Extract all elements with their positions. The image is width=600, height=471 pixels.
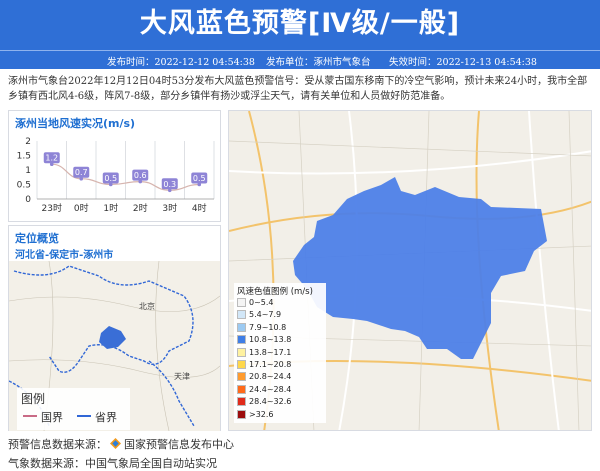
wind-legend-item: 20.8~24.4 — [237, 372, 291, 382]
x-tick-label: 2时 — [133, 202, 148, 214]
wind-legend-swatch — [237, 298, 246, 307]
wind-legend-label: 24.4~28.4 — [249, 384, 292, 394]
wind-legend-label: 17.1~20.8 — [249, 360, 292, 369]
wind-speed-data-label: 0.5 — [104, 174, 117, 183]
wind-legend-label: 0~5.4 — [249, 298, 274, 307]
location-legend: 图例 国界 省界 — [17, 388, 130, 430]
warning-source-line: 预警信息数据来源： 国家预警信息发布中心 — [8, 436, 234, 452]
warning-area-map[interactable]: 风速色值图例 (m/s) 0~5.4 5.4~7.9 7.9~10.8 10.8~13… — [228, 110, 592, 431]
wind-legend-item: 7.9~10.8 — [237, 322, 287, 333]
x-tick-label: 3时 — [162, 202, 177, 214]
publish-time: 发布时间：2022-12-12 04:54:38 — [107, 57, 255, 68]
wind-legend-label: 5.4~7.9 — [249, 310, 282, 320]
place-label-beijing: 北京 — [139, 301, 155, 311]
publisher: 发布单位：涿州市气象台 — [266, 57, 371, 68]
location-panel: 定位概览 河北省-保定市-涿州市 北京 天津 图例 国界 省界 — [8, 225, 221, 431]
wind-legend-swatch — [237, 372, 246, 382]
y-tick-label: 1.5 — [17, 152, 31, 162]
weather-source-line: 气象数据来源：中国气象局全国自动站实况 — [8, 457, 217, 470]
wind-legend-label: 13.8~17.1 — [249, 347, 292, 357]
wind-speed-data-label: 0.6 — [134, 171, 147, 180]
wind-legend-swatch — [237, 310, 246, 320]
location-legend-title: 图例 — [21, 392, 46, 406]
wind-speed-legend: 风速色值图例 (m/s) 0~5.4 5.4~7.9 7.9~10.8 10.8~13… — [234, 283, 326, 423]
y-tick-label: 0.5 — [17, 181, 31, 191]
x-tick-label: 0时 — [74, 202, 89, 214]
wind-speed-data-label: 0.5 — [193, 174, 206, 183]
wind-legend-label: 28.4~32.6 — [249, 397, 292, 407]
meta-bar: 发布时间：2022-12-12 04:54:38 发布单位：涿州市气象台 失效时… — [0, 50, 600, 69]
x-tick-label: 1时 — [103, 202, 118, 214]
wind-speed-data-label: 0.7 — [75, 168, 88, 177]
wind-speed-chart: 0 0.5 1 1.5 2 1.2 23时 0.7 0时 0.5 1时 0.6 2时 0.3 3时 0.5 4时 — [17, 137, 215, 214]
warning-source-name[interactable]: 国家预警信息发布中心 — [124, 438, 234, 451]
location-panel-title: 定位概览 — [15, 232, 59, 245]
x-tick-label: 4时 — [192, 202, 207, 214]
wind-speed-panel: 涿州当地风速实况(m/s) 0 0.5 1 1.5 2 1.2 23时 0.7 0时 0.5 1时 0… — [8, 110, 221, 222]
wind-legend-item: 24.4~28.4 — [237, 384, 292, 395]
warning-source-label: 预警信息数据来源： — [8, 438, 107, 451]
warning-description: 涿州市气象台2022年12月12日04时53分发布大风蓝色预警信号：受从蒙古国东… — [8, 76, 588, 102]
wind-legend-item: 13.8~17.1 — [237, 347, 292, 358]
wind-legend-swatch — [237, 335, 246, 345]
wind-legend-swatch — [237, 322, 246, 332]
y-tick-label: 2 — [25, 137, 31, 147]
header-bar: 大风蓝色预警[Ⅳ级/一般] — [0, 0, 600, 50]
wind-legend-item: 10.8~13.8 — [237, 335, 291, 345]
provincial-border-label: 省界 — [95, 411, 117, 424]
wind-speed-data-label: 1.2 — [45, 154, 58, 163]
wind-legend-swatch — [237, 347, 246, 357]
wind-legend-swatch — [237, 409, 246, 419]
place-label-tianjin: 天津 — [174, 371, 190, 381]
wind-legend-item: >32.6 — [237, 409, 274, 420]
release-center-logo-icon — [110, 438, 121, 449]
x-tick-label: 23时 — [42, 202, 62, 214]
y-tick-label: 1 — [25, 166, 31, 176]
location-region: 河北省-保定市-涿州市 — [15, 250, 114, 261]
y-tick-label: 0 — [25, 195, 31, 205]
wind-legend-item: 17.1~20.8 — [237, 360, 291, 370]
wind-legend-item: 28.4~32.6 — [237, 397, 291, 407]
wind-legend-label: >32.6 — [249, 409, 274, 419]
wind-legend-item: 0~5.4 — [237, 298, 274, 308]
wind-legend-swatch — [237, 397, 246, 407]
national-border-swatch — [23, 415, 37, 417]
wind-legend-swatch — [237, 360, 246, 369]
wind-speed-data-label: 0.3 — [163, 180, 176, 189]
wind-legend-swatch — [237, 384, 246, 394]
expire-time: 失效时间：2022-12-13 04:54:38 — [389, 57, 537, 68]
page-title: 大风蓝色预警[Ⅳ级/一般] — [139, 8, 461, 39]
wind-legend-label: 10.8~13.8 — [249, 335, 292, 345]
wind-legend-label: 20.8~24.4 — [249, 372, 292, 382]
provincial-border-swatch — [77, 415, 91, 417]
wind-legend-item: 5.4~7.9 — [237, 310, 281, 320]
wind-legend-title: 风速色值图例 (m/s) — [237, 287, 313, 297]
wind-legend-label: 7.9~10.8 — [249, 322, 287, 332]
national-border-label: 国界 — [41, 411, 63, 424]
